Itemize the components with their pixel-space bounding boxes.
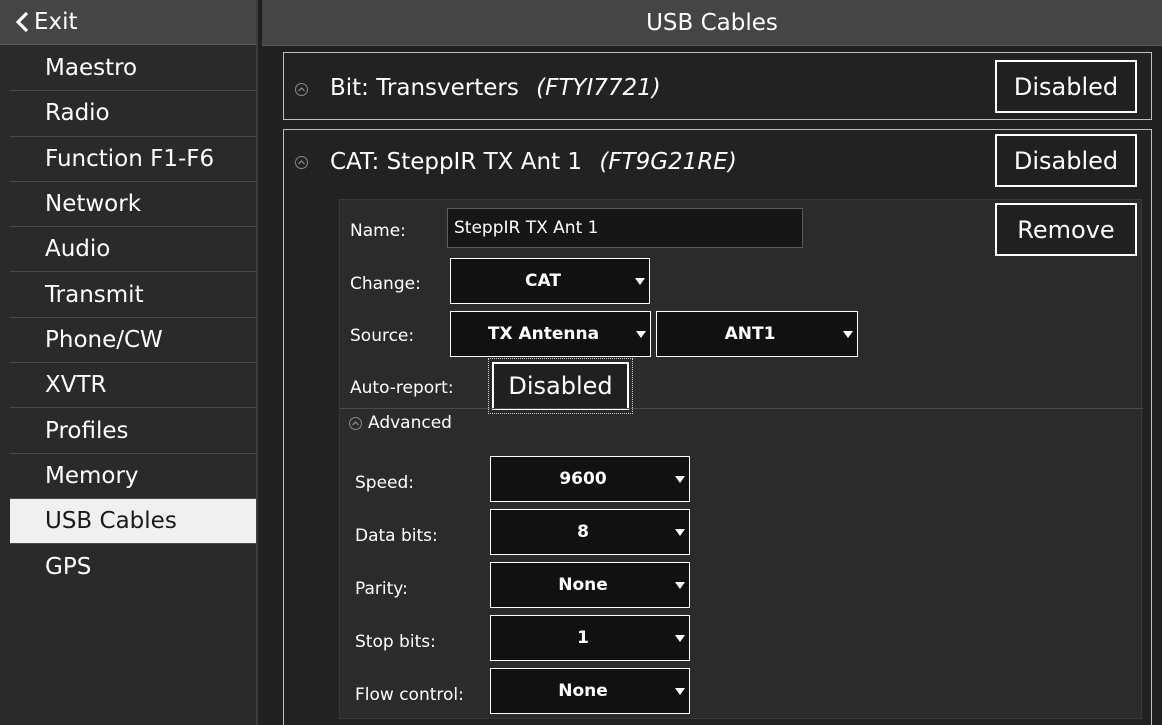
speed-label: Speed: — [355, 473, 415, 493]
sidebar-item-label: GPS — [45, 553, 92, 580]
data-bits-select[interactable]: 8 — [490, 509, 690, 555]
exit-button[interactable]: Exit — [0, 0, 256, 45]
sidebar-item-label: USB Cables — [45, 508, 177, 535]
triangle-down-icon — [635, 278, 645, 285]
advanced-divider — [340, 408, 1143, 409]
collapse-toggle-icon[interactable] — [295, 156, 308, 169]
usb-cable-panel: Bit: Transverters (FTYI7721) Disabled — [283, 52, 1152, 120]
change-label: Change: — [350, 274, 421, 294]
source-value: TX Antenna — [487, 324, 600, 344]
parity-select[interactable]: None — [490, 562, 690, 608]
cable-title: Bit: Transverters (FTYI7721) — [330, 75, 661, 101]
cable-settings-area: Remove Name: SteppIR TX Ant 1 Change: CA… — [339, 199, 1143, 719]
sidebar-item-label: Profiles — [45, 417, 129, 444]
source-sub-select[interactable]: ANT1 — [656, 311, 858, 357]
flow-control-value: None — [558, 681, 608, 701]
sidebar-item-profiles[interactable]: Profiles — [10, 408, 256, 454]
advanced-section-toggle[interactable]: Advanced — [349, 413, 452, 433]
stop-bits-value: 1 — [577, 628, 589, 648]
change-type-select[interactable]: CAT — [450, 258, 650, 304]
sidebar-item-gps[interactable]: GPS — [10, 544, 256, 589]
page-header: USB Cables — [262, 0, 1162, 46]
parity-label: Parity: — [355, 579, 408, 599]
source-select[interactable]: TX Antenna — [450, 311, 651, 357]
exit-label: Exit — [34, 9, 78, 35]
stop-bits-label: Stop bits: — [355, 632, 436, 652]
triangle-down-icon — [675, 476, 685, 483]
main-content: USB Cables Bit: Transverters (FTYI7721) … — [262, 0, 1162, 725]
triangle-down-icon — [675, 529, 685, 536]
cable-name: SteppIR TX Ant 1 — [386, 149, 583, 175]
sidebar-item-label: Audio — [45, 236, 111, 263]
sidebar-nav-list: Maestro Radio Function F1-F6 Network Aud… — [10, 46, 256, 590]
usb-cable-header[interactable]: CAT: SteppIR TX Ant 1 (FT9G21RE) Disable… — [284, 130, 1151, 198]
cable-title: CAT: SteppIR TX Ant 1 (FT9G21RE) — [330, 149, 737, 175]
source-sub-value: ANT1 — [724, 324, 776, 344]
triangle-down-icon — [843, 331, 853, 338]
remove-cable-button[interactable]: Remove — [995, 203, 1137, 256]
sidebar-item-label: Radio — [45, 100, 110, 127]
collapse-toggle-icon — [349, 416, 362, 430]
flow-control-select[interactable]: None — [490, 668, 690, 714]
sidebar-item-network[interactable]: Network — [10, 182, 256, 228]
auto-report-toggle-button[interactable]: Disabled — [492, 362, 629, 410]
chevron-left-icon — [12, 10, 34, 34]
auto-report-label: Auto-report: — [350, 378, 454, 398]
change-type-value: CAT — [525, 271, 561, 291]
sidebar-item-xvtr[interactable]: XVTR — [10, 363, 256, 409]
parity-value: None — [558, 575, 608, 595]
collapse-toggle-icon[interactable] — [295, 83, 308, 96]
name-input[interactable]: SteppIR TX Ant 1 — [447, 208, 803, 248]
flow-control-label: Flow control: — [355, 685, 464, 705]
cable-type-label: Bit: — [330, 75, 369, 101]
sidebar-item-label: Transmit — [45, 281, 144, 308]
cable-name: Transverters — [376, 75, 519, 101]
sidebar-item-label: Phone/CW — [45, 326, 163, 353]
sidebar-item-label: Network — [45, 191, 142, 218]
cable-enable-toggle-button[interactable]: Disabled — [995, 134, 1137, 187]
sidebar-item-maestro[interactable]: Maestro — [10, 46, 256, 92]
sidebar-item-usb-cables[interactable]: USB Cables — [10, 498, 256, 545]
speed-select[interactable]: 9600 — [490, 456, 690, 502]
sidebar-item-label: Maestro — [45, 55, 138, 82]
triangle-down-icon — [636, 331, 646, 338]
cable-enable-toggle-button[interactable]: Disabled — [995, 60, 1137, 113]
speed-value: 9600 — [559, 469, 607, 489]
sidebar-item-memory[interactable]: Memory — [10, 454, 256, 499]
triangle-down-icon — [675, 688, 685, 695]
sidebar-item-label: Function F1-F6 — [45, 145, 215, 172]
sidebar-item-radio[interactable]: Radio — [10, 91, 256, 137]
cable-type-label: CAT: — [330, 149, 380, 175]
stop-bits-select[interactable]: 1 — [490, 615, 690, 661]
cable-serial: (FTYI7721) — [536, 75, 661, 101]
data-bits-value: 8 — [577, 522, 589, 542]
data-bits-label: Data bits: — [355, 526, 438, 546]
settings-sidebar: Exit Maestro Radio Function F1-F6 Networ… — [0, 0, 258, 725]
advanced-label: Advanced — [368, 413, 452, 433]
page-title: USB Cables — [646, 9, 778, 36]
sidebar-item-label: XVTR — [45, 372, 107, 399]
triangle-down-icon — [675, 635, 685, 642]
usb-cable-panel-expanded: CAT: SteppIR TX Ant 1 (FT9G21RE) Disable… — [283, 129, 1152, 725]
sidebar-item-function[interactable]: Function F1-F6 — [10, 137, 256, 182]
sidebar-item-transmit[interactable]: Transmit — [10, 272, 256, 318]
sidebar-item-audio[interactable]: Audio — [10, 227, 256, 273]
source-label: Source: — [350, 326, 415, 346]
triangle-down-icon — [675, 582, 685, 589]
cable-serial: (FT9G21RE) — [599, 149, 737, 175]
sidebar-item-label: Memory — [45, 462, 139, 489]
sidebar-item-phone-cw[interactable]: Phone/CW — [10, 318, 256, 364]
usb-cable-header[interactable]: Bit: Transverters (FTYI7721) Disabled — [284, 53, 1151, 121]
name-label: Name: — [350, 221, 406, 241]
